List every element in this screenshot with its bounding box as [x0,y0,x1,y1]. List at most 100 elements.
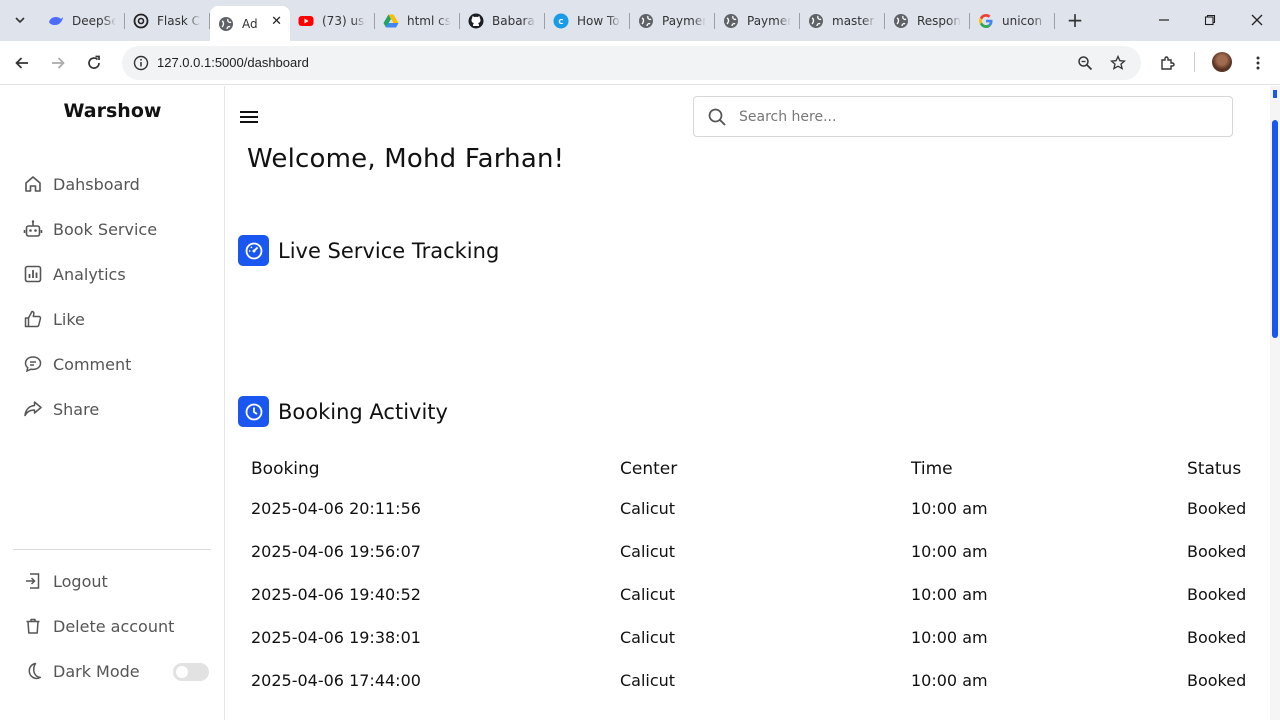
booking-cell: 2025-04-06 19:56:07 [251,542,421,561]
browser-tab[interactable]: C How To [545,6,630,35]
bar-chart-icon [22,263,44,285]
table-row: 2025-04-06 20:11:56 Calicut 10:00 am Boo… [251,487,1251,530]
table-header-row: Booking Center Time Status [251,451,1251,487]
status-cell: Booked [1187,585,1247,604]
address-bar[interactable]: 127.0.0.1:5000/dashboard [122,46,1141,80]
deepseek-icon [48,13,64,29]
robot-icon [22,218,44,240]
restore-icon[interactable] [1198,8,1222,32]
tab-title: (73) use [322,13,366,28]
status-cell: Booked [1187,671,1247,690]
live-tracking-header: Live Service Tracking [238,235,499,266]
youtube-icon [298,13,314,29]
tab-title: Babara [492,13,535,28]
reload-icon[interactable] [82,51,106,75]
github-icon [468,13,484,29]
browser-tab[interactable]: html cs [375,6,460,35]
booking-table: Booking Center Time Status 2025-04-06 20… [251,451,1251,702]
booking-cell: 2025-04-06 19:38:01 [251,628,421,647]
column-header-booking: Booking [251,459,320,479]
column-header-center: Center [620,459,678,479]
scrollbar-thumb[interactable] [1272,120,1278,338]
bookmark-star-icon[interactable] [1109,54,1127,72]
booking-activity-header: Booking Activity [238,396,448,427]
google-drive-icon [383,13,399,29]
google-icon [978,13,994,29]
info-icon[interactable] [132,54,150,72]
tab-title: Respon [917,13,961,28]
browser-tab[interactable]: master [800,6,885,35]
sidebar-item-label: Dahsboard [53,174,140,194]
close-window-icon[interactable] [1245,8,1269,32]
booking-cell: 2025-04-06 17:44:00 [251,671,421,690]
openai-icon [133,13,149,29]
tab-title: How To [577,13,620,28]
tab-title: DeepSeek [72,13,116,28]
tab-title: unicon [1002,13,1043,28]
booking-cell: 2025-04-06 19:40:52 [251,585,421,604]
status-cell: Booked [1187,542,1247,561]
globe-icon [723,13,739,29]
new-tab-button[interactable]: + [1064,8,1086,32]
close-tab-icon[interactable]: ✕ [271,14,282,29]
tab-title: Paymen [662,13,706,28]
center-cell: Calicut [620,542,676,561]
sidebar-item-comment[interactable]: Comment [22,349,131,379]
profile-avatar[interactable] [1212,52,1232,72]
sidebar-item-label: Comment [53,354,132,374]
tab-title: html cs [407,13,451,28]
sidebar-divider [13,549,211,550]
browser-tab[interactable]: unicon [970,6,1055,35]
browser-tab[interactable]: Paymen [715,6,800,35]
dashboard-page: Warshow Dahsboard Book Service Analytics… [0,86,1280,720]
hamburger-menu-icon[interactable] [238,106,260,128]
browser-tab-bar: DeepSeek Flask C Ad ✕ (73) use html cs B… [0,0,1280,41]
delete-account-button[interactable]: Delete account [22,611,174,641]
sidebar-item-label: Book Service [53,219,158,239]
dark-mode-label: Dark Mode [53,661,140,681]
table-row: 2025-04-06 17:44:00 Calicut 10:00 am Boo… [251,659,1251,702]
welcome-heading: Welcome, Mohd Farhan! [247,144,565,174]
clock-icon [238,396,269,427]
live-tracking-title: Live Service Tracking [278,238,500,263]
browser-tab[interactable]: (73) use [290,6,375,35]
forward-arrow-icon[interactable] [46,51,70,75]
globe-icon [638,13,654,29]
booking-cell: 2025-04-06 20:11:56 [251,499,421,518]
search-input[interactable] [739,105,1219,129]
tab-title: master [832,13,875,28]
tab-strip: DeepSeek Flask C Ad ✕ (73) use html cs B… [40,6,1055,41]
tab-search-chevron-icon[interactable] [8,8,32,32]
browser-tab[interactable]: Paymen [630,6,715,35]
browser-tab[interactable]: DeepSeek [40,6,125,35]
browser-tab[interactable]: Respon [885,6,970,35]
globe-icon [808,13,824,29]
sidebar-item-share[interactable]: Share [22,394,99,424]
more-menu-icon[interactable] [1246,51,1270,75]
dark-mode-toggle[interactable] [173,663,209,681]
table-row: 2025-04-06 19:40:52 Calicut 10:00 am Boo… [251,573,1251,616]
time-cell: 10:00 am [911,499,988,518]
search-icon[interactable] [707,107,727,127]
sidebar-item-dashboard[interactable]: Dahsboard [22,169,140,199]
browser-tab[interactable]: Babara [460,6,545,35]
tab-title: Paymen [747,13,791,28]
back-arrow-icon[interactable] [10,51,34,75]
scroll-up-arrow-icon[interactable] [1273,90,1277,98]
browser-tab-active[interactable]: Ad ✕ [210,6,290,41]
main-content: Welcome, Mohd Farhan! Live Service Track… [226,86,1270,720]
extensions-icon[interactable] [1156,51,1180,75]
center-cell: Calicut [620,628,676,647]
logout-button[interactable]: Logout [22,566,108,596]
sidebar-item-analytics[interactable]: Analytics [22,259,126,289]
zoom-icon[interactable] [1076,54,1094,72]
sidebar-item-book-service[interactable]: Book Service [22,214,157,244]
sidebar-item-like[interactable]: Like [22,304,85,334]
sidebar-item-label: Analytics [53,264,126,284]
brand-logo-text[interactable]: Warshow [0,100,225,122]
browser-tab[interactable]: Flask C [125,6,210,35]
sidebar-item-label: Share [53,399,100,419]
minimize-icon[interactable] [1152,8,1176,32]
time-cell: 10:00 am [911,585,988,604]
column-header-time: Time [911,459,953,479]
